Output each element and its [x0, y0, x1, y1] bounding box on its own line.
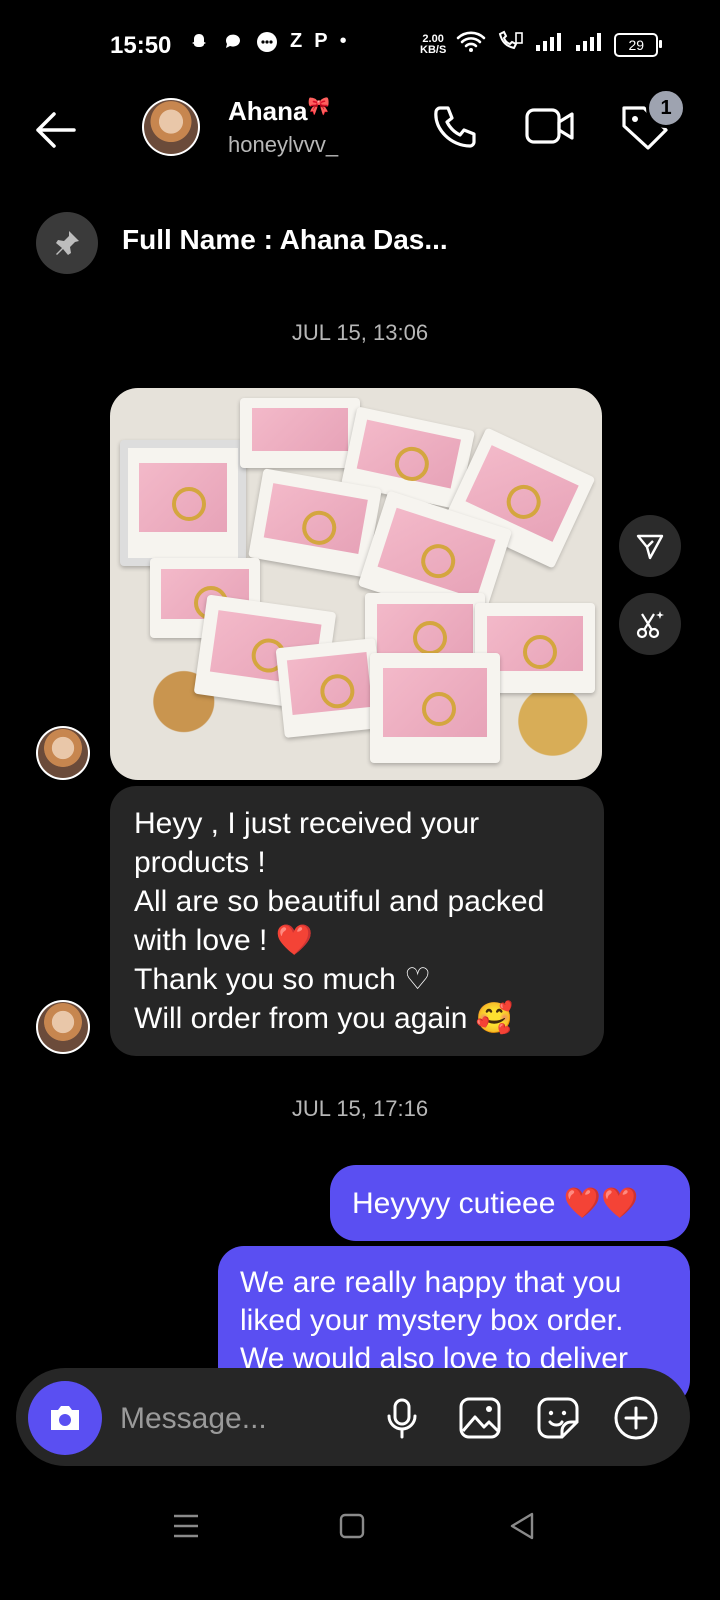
image-icon — [459, 1397, 501, 1439]
sender-avatar[interactable] — [36, 1000, 90, 1054]
gallery-button[interactable] — [456, 1394, 504, 1442]
home-button[interactable] — [332, 1506, 372, 1546]
camera-button[interactable] — [28, 1381, 102, 1455]
sticker-button[interactable] — [534, 1394, 582, 1442]
back-button[interactable] — [28, 102, 84, 158]
wifi-calling-icon — [496, 30, 524, 59]
contact-name[interactable]: Ahana🎀 — [228, 96, 330, 127]
send-icon — [636, 534, 664, 560]
more-notifications-dot: • — [339, 30, 347, 52]
video-call-button[interactable] — [522, 98, 578, 154]
pinned-message-text[interactable]: Full Name : Ahana Das... — [122, 224, 448, 256]
message-input[interactable] — [118, 1398, 362, 1440]
voice-call-button[interactable] — [426, 98, 482, 154]
phone-icon — [434, 106, 476, 148]
sender-avatar[interactable] — [36, 726, 90, 780]
video-camera-icon — [525, 108, 574, 144]
timestamp: JUL 15, 13:06 — [291, 320, 429, 345]
menu-icon — [174, 1514, 198, 1538]
pin-icon — [56, 231, 79, 255]
snapchat-icon — [188, 31, 210, 53]
pinned-message-button[interactable] — [36, 212, 98, 274]
incoming-message[interactable]: Heyy , I just received your products ! A… — [110, 786, 604, 1056]
share-button[interactable] — [619, 515, 681, 577]
status-bar: 15:50 Z P • 2.00 KB/S 29 — [0, 0, 720, 90]
chat-bubble-icon — [222, 31, 244, 53]
signal-icon-1 — [534, 31, 564, 58]
timestamp: JUL 15, 17:16 — [291, 1096, 429, 1121]
sparkle-scissors-icon — [636, 611, 664, 639]
more-options-button[interactable] — [612, 1394, 660, 1442]
battery-icon: 29 — [614, 32, 663, 57]
recent-apps-button[interactable] — [166, 1506, 206, 1546]
network-speed: 2.00 KB/S — [420, 32, 447, 56]
messages-icon — [256, 31, 278, 53]
microphone-icon — [387, 1398, 417, 1439]
triangle-back-icon — [510, 1512, 534, 1540]
zomato-icon: Z — [290, 30, 303, 52]
notification-icons: Z P • — [188, 30, 347, 53]
labels-badge: 1 — [646, 88, 686, 128]
contact-username[interactable]: honeylvvv_ — [228, 132, 338, 158]
arrow-left-icon — [36, 112, 76, 148]
contact-avatar[interactable] — [142, 98, 200, 156]
signal-icon-2 — [574, 31, 604, 58]
voice-message-button[interactable] — [378, 1394, 426, 1442]
camera-icon — [51, 1406, 79, 1430]
paytm-icon: P — [314, 30, 328, 52]
system-back-button[interactable] — [502, 1506, 542, 1546]
system-indicators: 2.00 KB/S 29 — [420, 30, 663, 59]
ai-edit-button[interactable] — [619, 593, 681, 655]
square-icon — [339, 1513, 365, 1539]
outgoing-message[interactable]: Heyyyy cutieee ❤️❤️ — [330, 1165, 690, 1241]
wifi-icon — [456, 30, 486, 59]
status-time: 15:50 — [110, 32, 172, 59]
plus-circle-icon — [614, 1396, 658, 1440]
photo-message[interactable] — [110, 388, 602, 780]
sticker-icon — [537, 1397, 579, 1439]
